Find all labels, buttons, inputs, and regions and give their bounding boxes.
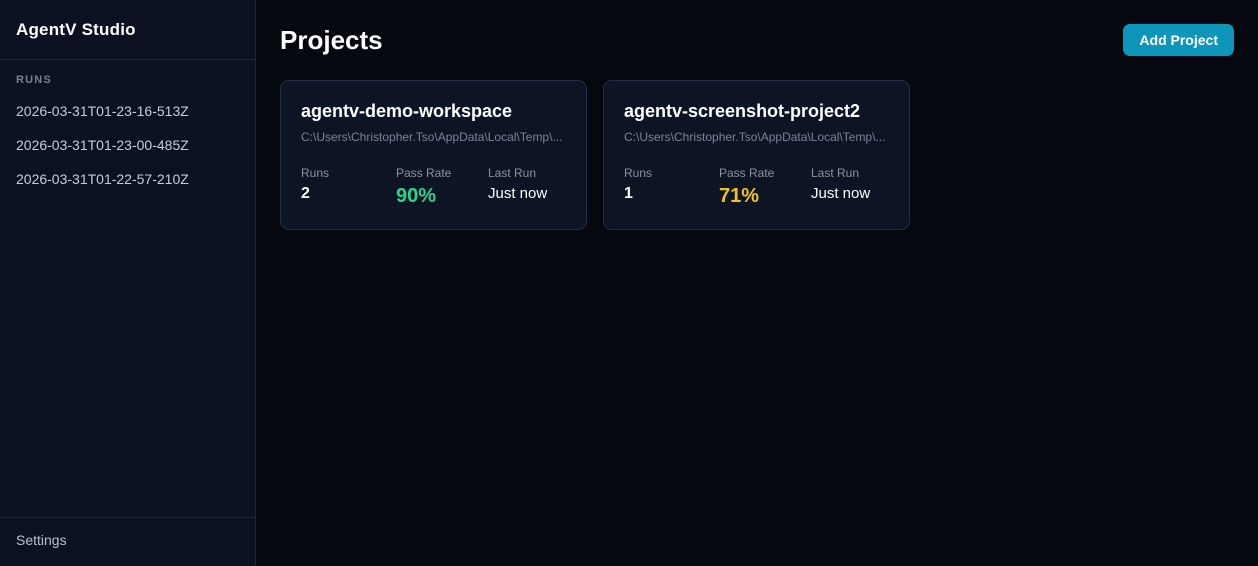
stat-label: Pass Rate: [719, 166, 775, 180]
project-path: C:\Users\Christopher.Tso\AppData\Local\T…: [301, 130, 563, 144]
project-name: agentv-screenshot-project2: [624, 101, 861, 121]
settings-link[interactable]: Settings: [16, 532, 67, 548]
stat-runs: Runs 1: [624, 166, 719, 208]
stat-label: Pass Rate: [396, 166, 452, 180]
main-header: Projects Add Project: [280, 24, 1234, 56]
stat-pass-rate: Pass Rate 71%: [719, 166, 811, 208]
run-item[interactable]: 2026-03-31T01-23-16-513Z: [0, 94, 255, 128]
main-content: Projects Add Project agentv-demo-workspa…: [256, 0, 1258, 566]
last-run-value: Just now: [488, 185, 548, 202]
stat-label: Runs: [301, 166, 330, 180]
run-item[interactable]: 2026-03-31T01-23-00-485Z: [0, 128, 255, 162]
stat-pass-rate: Pass Rate 90%: [396, 166, 488, 208]
stat-runs: Runs 2: [301, 166, 396, 208]
runs-value: 2: [301, 185, 310, 202]
stat-last-run: Last Run Just now: [811, 166, 889, 208]
pass-rate-value: 90%: [396, 185, 437, 207]
sidebar: AgentV Studio RUNS 2026-03-31T01-23-16-5…: [0, 0, 256, 566]
last-run-value: Just now: [811, 185, 871, 202]
stat-last-run: Last Run Just now: [488, 166, 566, 208]
runs-nav: RUNS 2026-03-31T01-23-16-513Z 2026-03-31…: [0, 60, 255, 517]
projects-grid: agentv-demo-workspace C:\Users\Christoph…: [280, 80, 1234, 230]
run-item[interactable]: 2026-03-31T01-22-57-210Z: [0, 162, 255, 196]
project-path: C:\Users\Christopher.Tso\AppData\Local\T…: [624, 130, 886, 144]
stat-label: Last Run: [488, 166, 537, 180]
page-title: Projects: [280, 24, 383, 55]
runs-section-header: RUNS: [16, 74, 52, 86]
stat-label: Runs: [624, 166, 653, 180]
stat-label: Last Run: [811, 166, 860, 180]
project-card[interactable]: agentv-demo-workspace C:\Users\Christoph…: [280, 80, 587, 230]
runs-value: 1: [624, 185, 633, 202]
project-name: agentv-demo-workspace: [301, 101, 513, 121]
pass-rate-value: 71%: [719, 185, 760, 207]
sidebar-header: AgentV Studio: [0, 0, 255, 60]
project-stats: Runs 1 Pass Rate 71% Last Run Just now: [624, 166, 889, 208]
sidebar-footer: Settings: [0, 517, 255, 566]
app-title: AgentV Studio: [16, 19, 136, 39]
add-project-button[interactable]: Add Project: [1123, 24, 1234, 56]
project-card[interactable]: agentv-screenshot-project2 C:\Users\Chri…: [603, 80, 910, 230]
project-stats: Runs 2 Pass Rate 90% Last Run Just now: [301, 166, 566, 208]
